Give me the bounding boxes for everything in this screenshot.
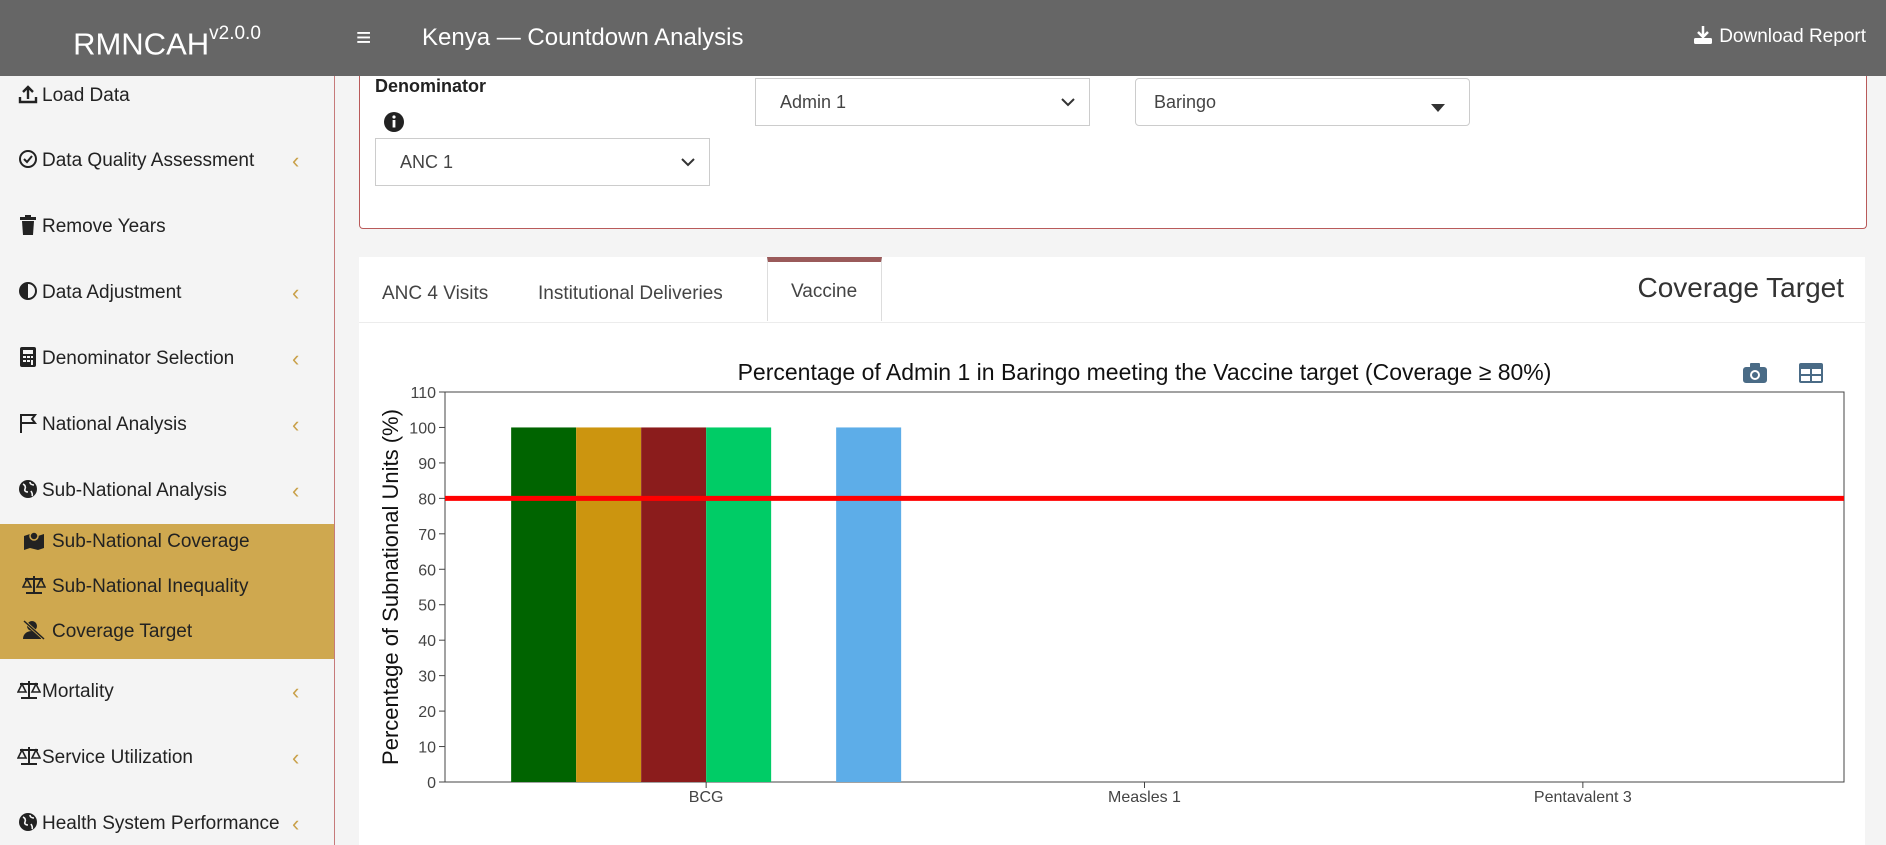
submenu-item-label: Sub-National Inequality — [52, 576, 249, 597]
y-tick-label: 10 — [418, 740, 436, 757]
bar — [511, 427, 577, 782]
user-slash-icon — [22, 614, 46, 650]
caret-down-icon — [1431, 97, 1445, 118]
sidebar-item-label: Denominator Selection — [42, 348, 235, 369]
denominator-select[interactable]: ANC 1 — [375, 138, 710, 186]
bar — [836, 427, 902, 782]
sidebar-item-label: Load Data — [42, 85, 130, 106]
sidebar-item-remove-years[interactable]: Remove Years — [0, 207, 334, 247]
sidebar-item-sub-national-analysis[interactable]: Sub-National Analysis ‹ — [0, 471, 334, 511]
y-tick-label: 50 — [418, 598, 436, 615]
tab-institutional-deliveries[interactable]: Institutional Deliveries — [538, 266, 723, 322]
chevron-left-icon: ‹ — [292, 679, 300, 704]
panel-title: Coverage Target — [1637, 272, 1845, 303]
chevron-left-icon: ‹ — [292, 811, 300, 836]
y-tick-label: 40 — [418, 633, 436, 650]
sidebar-item-label: Service Utilization — [42, 747, 193, 768]
sidebar-item-national-analysis[interactable]: National Analysis ‹ — [0, 405, 334, 445]
submenu-item-sub-national-coverage[interactable]: Sub-National Coverage — [0, 524, 334, 560]
y-tick-label: 80 — [418, 491, 436, 508]
sidebar-item-mortality[interactable]: Mortality ‹ — [0, 672, 334, 712]
scale-icon — [16, 672, 42, 712]
y-tick-label: 110 — [410, 385, 436, 402]
region-select[interactable]: Baringo — [1135, 78, 1470, 126]
sidebar-item-label: National Analysis — [42, 414, 187, 435]
sidebar-item-data-adjustment[interactable]: Data Adjustment ‹ — [0, 273, 334, 313]
sidebar-item-health-system-performance[interactable]: Health System Performance ‹ — [0, 804, 334, 844]
globe-icon — [17, 804, 39, 844]
menu-toggle-icon[interactable]: ≡ — [356, 22, 371, 53]
tab-anc4-visits[interactable]: ANC 4 Visits — [382, 266, 488, 322]
x-tick-label: Measles 1 — [1108, 789, 1181, 806]
y-tick-label: 20 — [418, 704, 436, 721]
trash-icon — [17, 207, 39, 247]
y-tick-label: 90 — [418, 456, 436, 473]
sidebar: Load Data Data Quality Assessment ‹ Remo… — [0, 76, 335, 845]
bar — [706, 427, 772, 782]
sidebar-item-label: Data Quality Assessment — [42, 150, 255, 171]
map-icon — [22, 524, 46, 560]
chevron-left-icon: ‹ — [292, 478, 300, 503]
chevron-left-icon: ‹ — [292, 280, 300, 305]
admin-level-select-value: Admin 1 — [780, 92, 847, 112]
y-tick-label: 0 — [427, 775, 436, 792]
sidebar-item-label: Mortality — [42, 681, 114, 702]
y-tick-label: 100 — [409, 420, 436, 437]
denominator-select-value: ANC 1 — [400, 152, 454, 172]
sidebar-item-load-data[interactable]: Load Data — [0, 76, 334, 116]
download-report-button[interactable]: Download Report — [1693, 25, 1866, 48]
sidebar-item-denominator-selection[interactable]: Denominator Selection ‹ — [0, 339, 334, 379]
calculator-icon — [17, 339, 39, 379]
chevron-down-icon — [681, 153, 695, 176]
chevron-down-icon — [1061, 93, 1075, 116]
app-version: v2.0.0 — [209, 23, 261, 44]
chevron-left-icon: ‹ — [292, 745, 300, 770]
bar — [576, 427, 642, 782]
tab-vaccine[interactable]: Vaccine — [767, 257, 882, 321]
submenu-item-label: Coverage Target — [52, 621, 193, 642]
submenu-item-coverage-target[interactable]: Coverage Target — [0, 614, 334, 650]
chart-title: Percentage of Admin 1 in Baringo meeting… — [738, 359, 1552, 385]
denominator-label: Denominator — [375, 76, 487, 96]
info-icon[interactable] — [384, 112, 404, 137]
scale-icon — [16, 738, 42, 778]
download-icon — [1694, 26, 1713, 44]
chevron-left-icon: ‹ — [292, 148, 300, 173]
page-title: Kenya — Countdown Analysis — [422, 24, 744, 51]
half-circle-icon — [17, 273, 39, 313]
sidebar-item-service-utilization[interactable]: Service Utilization ‹ — [0, 738, 334, 778]
submenu-item-label: Sub-National Coverage — [52, 531, 250, 552]
bar — [641, 427, 707, 782]
submenu-item-sub-national-inequality[interactable]: Sub-National Inequality — [0, 569, 334, 605]
coverage-target-chart: Percentage of Admin 1 in Baringo meeting… — [378, 359, 1845, 806]
chevron-left-icon: ‹ — [292, 346, 300, 371]
admin-level-select[interactable]: Admin 1 — [755, 78, 1090, 126]
y-tick-label: 30 — [418, 669, 436, 686]
y-tick-label: 60 — [418, 562, 436, 579]
check-circle-icon — [17, 141, 39, 181]
upload-icon — [17, 76, 39, 116]
top-bar: RMNCAHv2.0.0 ≡ Kenya — Countdown Analysi… — [0, 0, 1886, 76]
x-tick-label: BCG — [689, 789, 724, 806]
y-axis-label: Percentage of Subnational Units (%) — [378, 409, 403, 765]
y-tick-label: 70 — [418, 527, 436, 544]
sidebar-item-label: Data Adjustment — [42, 282, 182, 303]
scale-icon — [21, 569, 47, 605]
download-report-label: Download Report — [1719, 26, 1866, 47]
sub-national-submenu: Sub-National Coverage Sub-National Inequ… — [0, 524, 334, 659]
x-tick-label: Pentavalent 3 — [1534, 789, 1632, 806]
flag-icon — [17, 405, 39, 445]
app-brand[interactable]: RMNCAHv2.0.0 — [0, 0, 334, 76]
sidebar-item-label: Remove Years — [42, 216, 166, 237]
sidebar-item-label: Sub-National Analysis — [42, 480, 227, 501]
globe-icon — [17, 471, 39, 511]
chevron-left-icon: ‹ — [292, 412, 300, 437]
region-select-value: Baringo — [1154, 92, 1217, 112]
sidebar-item-data-quality[interactable]: Data Quality Assessment ‹ — [0, 141, 334, 181]
sidebar-item-label: Health System Performance — [42, 813, 280, 834]
app-name: RMNCAH — [73, 26, 210, 62]
